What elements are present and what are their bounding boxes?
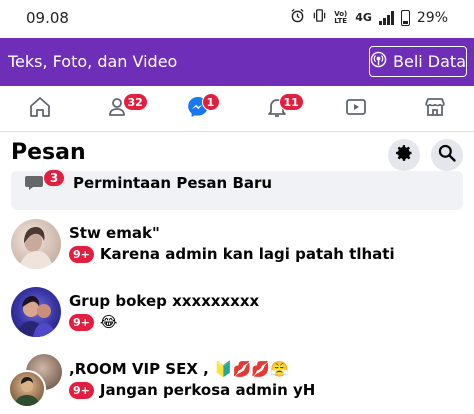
buy-data-button[interactable]: Beli Data — [369, 46, 467, 77]
messages-badge: 1 — [201, 93, 220, 111]
unread-badge: 9+ — [69, 381, 94, 399]
page-title: Pesan — [11, 140, 86, 165]
home-icon — [28, 95, 52, 123]
preview-text: Karena admin kan lagi patah tlhati — [99, 245, 395, 263]
tab-messages[interactable]: 1 — [158, 86, 237, 131]
conversation-item[interactable]: Stw emak" 9+ Karena admin kan lagi patah… — [0, 214, 474, 280]
unread-badge: 9+ — [69, 313, 94, 331]
friends-badge: 32 — [122, 93, 148, 111]
conversation-item[interactable]: ,ROOM VIP SEX , 🔰💋💋😤 9+ Jangan perkosa a… — [0, 348, 474, 414]
data-mode-bar: Teks, Foto, dan Video Beli Data — [0, 38, 474, 86]
main-nav: 32 1 11 — [0, 86, 474, 132]
broadcast-icon — [370, 51, 387, 72]
settings-button[interactable] — [388, 139, 420, 171]
tab-home[interactable] — [0, 86, 79, 131]
video-icon — [344, 95, 368, 123]
battery-percent: 29% — [416, 9, 448, 26]
conversation-name: ,ROOM VIP SEX , 🔰💋💋😤 — [69, 360, 289, 378]
buy-data-label: Beli Data — [393, 52, 466, 71]
status-time: 09.08 — [26, 9, 69, 27]
search-button[interactable] — [431, 139, 463, 171]
conversation-name: Grup bokep xxxxxxxxx — [69, 292, 260, 310]
conversation-preview: 9+ Jangan perkosa admin yH — [69, 381, 315, 399]
preview-text: Jangan perkosa admin yH — [99, 381, 316, 399]
tab-notifications[interactable]: 11 — [237, 86, 316, 131]
conversation-preview: 9+ Karena admin kan lagi patah tlhati — [69, 245, 395, 263]
conversation-name: Stw emak" — [69, 224, 160, 242]
conversation-preview: 9+ 😂 — [69, 313, 117, 331]
gear-icon — [394, 143, 414, 167]
data-mode-text: Teks, Foto, dan Video — [8, 52, 178, 71]
notifications-badge: 11 — [278, 93, 304, 111]
alarm-icon — [290, 8, 305, 27]
preview-text: 😂 — [99, 313, 118, 331]
status-icons: Vo) LTE 4G 29% — [290, 8, 448, 27]
search-icon — [437, 143, 457, 167]
battery-icon — [400, 9, 410, 26]
status-bar: 09.08 Vo) LTE 4G 29% — [0, 0, 474, 38]
tab-video[interactable] — [316, 86, 395, 131]
unread-badge: 9+ — [69, 245, 94, 263]
marketplace-icon — [423, 95, 447, 123]
requests-badge: 3 — [43, 169, 65, 187]
vibrate-icon — [312, 8, 327, 27]
avatar — [11, 219, 61, 269]
avatar — [11, 287, 61, 337]
conversation-item[interactable]: Grup bokep xxxxxxxxx 9+ 😂 — [0, 282, 474, 348]
signal-icon — [378, 10, 394, 25]
requests-label: Permintaan Pesan Baru — [73, 174, 273, 192]
message-requests-row[interactable]: 3 Permintaan Pesan Baru — [11, 169, 463, 210]
volte-icon: Vo) LTE — [334, 9, 348, 25]
avatar — [8, 370, 46, 408]
tab-marketplace[interactable] — [395, 86, 474, 131]
tab-friends[interactable]: 32 — [79, 86, 158, 131]
network-type: 4G — [355, 11, 372, 24]
